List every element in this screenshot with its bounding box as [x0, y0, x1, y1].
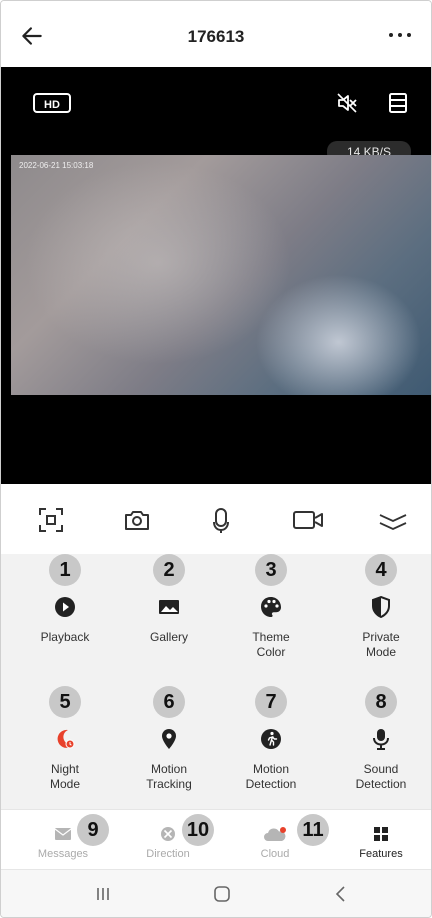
feature-motion-detection[interactable]: 7 Motion Detection — [217, 686, 325, 792]
nav-messages[interactable]: Messages 9 — [13, 814, 113, 860]
feature-label: Private Mode — [362, 630, 400, 659]
feature-label: Playback — [40, 630, 90, 644]
annotation-number: 11 — [297, 814, 329, 846]
control-row — [1, 484, 431, 554]
annotation-number: 8 — [365, 686, 397, 718]
annotation-number: 6 — [153, 686, 185, 718]
collapse-chevron-icon[interactable] — [377, 506, 409, 534]
feature-night-mode[interactable]: 5 Night Mode — [11, 686, 119, 792]
feature-playback[interactable]: 1 Playback — [11, 554, 119, 645]
system-navigation-bar — [1, 869, 431, 917]
hd-quality-button[interactable]: HD — [33, 93, 71, 113]
feature-sound-detection[interactable]: 8 Sound Detection — [327, 686, 431, 792]
location-pin-icon — [162, 729, 176, 749]
nav-label: Direction — [146, 848, 190, 860]
feature-label: Night Mode — [49, 762, 81, 791]
gallery-icon — [159, 600, 179, 614]
nav-cloud[interactable]: Cloud 11 — [225, 814, 329, 860]
nav-label: Messages — [37, 848, 89, 860]
direction-pad-icon — [161, 827, 175, 841]
more-horizontal-icon[interactable] — [385, 25, 415, 45]
features-grid: 1 Playback 2 Gallery 3 Theme Color 4 Pri… — [1, 554, 431, 809]
grid-icon — [374, 827, 388, 841]
camera-feed: 2022-06-21 15:03:18 — [11, 155, 431, 395]
video-record-icon[interactable] — [291, 506, 325, 534]
annotation-number: 5 — [49, 686, 81, 718]
feature-theme-color[interactable]: 3 Theme Color — [217, 554, 325, 660]
feature-label: Motion Tracking — [146, 762, 192, 791]
play-circle-icon — [55, 597, 75, 617]
annotation-number: 9 — [77, 814, 109, 846]
walking-person-icon — [261, 729, 281, 749]
video-timestamp: 2022-06-21 15:03:18 — [19, 161, 94, 170]
nav-label: Cloud — [260, 848, 290, 860]
annotation-number: 2 — [153, 554, 185, 586]
microphone-stand-icon — [373, 729, 389, 750]
feature-label: Motion Detection — [245, 762, 297, 791]
speaker-muted-icon[interactable] — [335, 91, 359, 115]
annotation-number: 7 — [255, 686, 287, 718]
envelope-icon — [54, 828, 72, 840]
recent-apps-icon[interactable] — [93, 884, 113, 904]
app-frame: 176613 HD 14 KB/S 2022-06-21 15:03:18 1 … — [0, 0, 432, 918]
home-icon[interactable] — [212, 884, 232, 904]
annotation-number: 10 — [182, 814, 214, 846]
feature-private-mode[interactable]: 4 Private Mode — [327, 554, 431, 660]
nav-label: Features — [359, 848, 403, 860]
feature-label: Sound Detection — [355, 762, 407, 791]
camera-snapshot-icon[interactable] — [123, 506, 151, 534]
feature-motion-tracking[interactable]: 6 Motion Tracking — [115, 686, 223, 792]
palette-icon — [261, 597, 281, 617]
nav-features[interactable]: Features — [331, 820, 431, 860]
annotation-number: 4 — [365, 554, 397, 586]
feature-label: Gallery — [149, 630, 188, 644]
nav-direction[interactable]: Direction 10 — [118, 814, 218, 860]
video-player[interactable]: HD 14 KB/S 2022-06-21 15:03:18 — [1, 67, 431, 484]
moon-icon — [57, 729, 75, 749]
top-bar: 176613 — [1, 1, 431, 67]
microphone-icon[interactable] — [207, 506, 235, 534]
feature-label: Theme Color — [252, 630, 290, 659]
screenshot-frame-icon[interactable] — [37, 506, 65, 534]
annotation-number: 3 — [255, 554, 287, 586]
bottom-navigation: Messages 9 Direction 10 Cloud 11 Feature… — [1, 809, 431, 870]
shield-half-icon — [372, 596, 390, 618]
annotation-number: 1 — [49, 554, 81, 586]
cloud-icon — [264, 827, 286, 841]
fullscreen-icon[interactable] — [387, 91, 409, 115]
feature-gallery[interactable]: 2 Gallery — [115, 554, 223, 645]
back-chevron-icon[interactable] — [331, 884, 351, 904]
page-title: 176613 — [187, 27, 245, 46]
